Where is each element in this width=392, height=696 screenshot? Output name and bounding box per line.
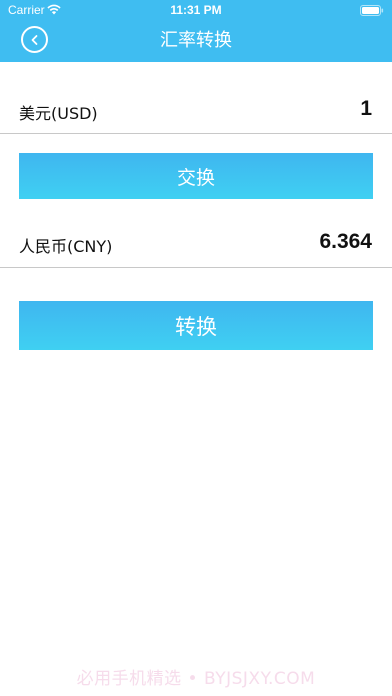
from-currency-label: 美元(USD) <box>19 104 98 123</box>
page-title: 汇率转换 <box>160 30 232 51</box>
status-time: 11:31 PM <box>170 3 222 17</box>
from-currency-row: 美元(USD) 1 <box>0 90 392 134</box>
divider <box>0 267 392 268</box>
watermark: 必用手机精选 • BYJSJXY.COM <box>76 669 316 689</box>
convert-button[interactable]: 转换 <box>19 301 373 350</box>
from-currency-amount-input[interactable]: 1 <box>360 97 372 121</box>
nav-header: Carrier 11:31 PM 汇率转换 <box>0 0 392 62</box>
swap-button[interactable]: 交换 <box>19 153 373 199</box>
status-bar: Carrier 11:31 PM <box>0 0 392 20</box>
divider <box>0 133 392 134</box>
to-currency-label: 人民币(CNY) <box>19 237 113 256</box>
battery-icon <box>360 5 384 16</box>
to-currency-amount: 6.364 <box>319 230 372 253</box>
to-currency-row: 人民币(CNY) 6.364 <box>0 223 392 267</box>
